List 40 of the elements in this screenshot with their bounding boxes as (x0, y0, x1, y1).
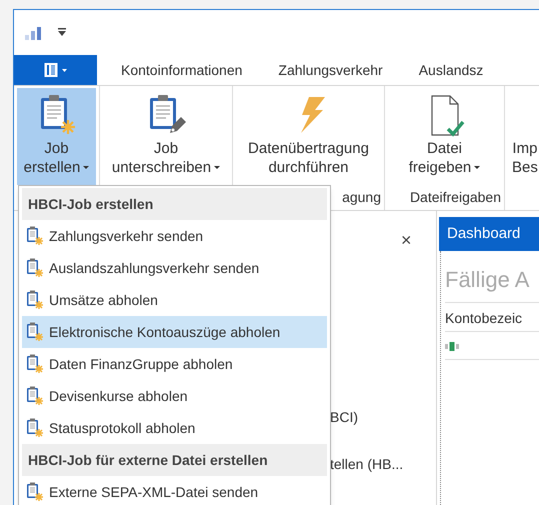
ribbon-button[interactable]: Job erstellen (17, 88, 96, 185)
menu-item[interactable]: Daten FinanzGruppe abholen (22, 348, 327, 380)
ribbon-tab[interactable]: Auslandsz (418, 60, 484, 80)
dashboard-heading: Fällige A (445, 251, 539, 303)
column-header: Kontobezeic (445, 303, 539, 332)
clipboard-star-icon (26, 482, 44, 502)
clipboard-star-icon (26, 386, 44, 406)
clipboard-star-icon (26, 290, 44, 310)
ribbon-tab[interactable]: Kontoinformationen (121, 60, 242, 80)
menu-section-header: HBCI-Job für externe Datei erstellen (22, 444, 327, 476)
clipboard-star-icon (26, 226, 44, 246)
menu-item[interactable]: Devisenkurse abholen (22, 380, 327, 412)
menu-item[interactable]: Auslandszahlungsverkehr senden (22, 252, 327, 284)
dashboard-tab[interactable]: Dashboard (439, 217, 539, 251)
menu-item[interactable]: Statusprotokoll abholen (22, 412, 327, 444)
caret-icon (62, 68, 67, 72)
file-menu-button[interactable] (14, 55, 97, 85)
menu-item[interactable]: Zahlungsverkehr senden (22, 220, 327, 252)
menu-section-header: HBCI-Job erstellen (22, 188, 327, 220)
ribbon-button[interactable]: Datei freigeben (404, 88, 484, 185)
ribbon-tab[interactable]: Zahlungsverkehr (278, 60, 383, 80)
menu-item[interactable]: Umsätze abholen (22, 284, 327, 316)
panel-text: BCI) (330, 408, 359, 427)
ribbon-button[interactable]: Imp Bes (508, 88, 539, 185)
ribbon-button[interactable]: Job unterschreiben (108, 88, 224, 185)
clipboard-star-icon (26, 258, 44, 278)
group-label: Dateifreigaben (410, 189, 501, 205)
menu-item[interactable]: Externe SEPA-XML-Datei senden (22, 476, 327, 505)
menu-item[interactable]: Elektronische Kontoauszüge abholen (22, 316, 327, 348)
clipboard-star-icon (26, 418, 44, 438)
group-label: agung (342, 189, 381, 205)
panel-text: tellen (HB... (330, 455, 404, 474)
close-button[interactable]: × (401, 227, 412, 254)
app-logo-icon (25, 26, 43, 40)
text-field-icon (445, 340, 460, 350)
clipboard-star-icon (26, 322, 44, 342)
customize-menu-icon[interactable] (57, 28, 67, 37)
notebook-icon (44, 63, 60, 77)
ribbon-button[interactable]: Datenübertragung durchführen (244, 88, 373, 185)
clipboard-star-icon (26, 354, 44, 374)
